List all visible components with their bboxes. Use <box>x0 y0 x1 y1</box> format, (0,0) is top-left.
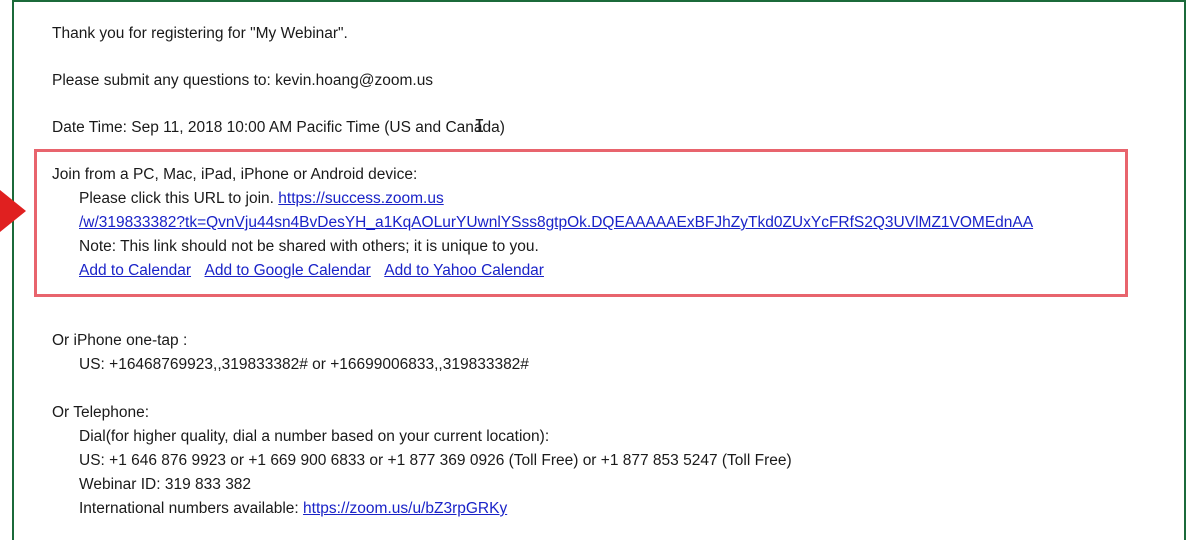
questions-line: Please submit any questions to: kevin.ho… <box>52 72 434 89</box>
text-cursor-icon: I <box>474 116 485 137</box>
intl-numbers-line: International numbers available: https:/… <box>52 497 507 521</box>
webinar-id: Webinar ID: 319 833 382 <box>79 476 252 493</box>
thanks-line: Thank you for registering for "My Webina… <box>52 25 348 42</box>
datetime-line: Date Time: Sep 11, 2018 10:00 AM Pacific… <box>52 119 505 136</box>
red-arrow-icon <box>0 190 26 232</box>
intl-numbers-link[interactable]: https://zoom.us/u/bZ3rpGRKy <box>303 500 507 517</box>
join-section-highlight <box>34 149 1128 297</box>
telephone-heading: Or Telephone: <box>52 404 150 421</box>
us-numbers: US: +1 646 876 9923 or +1 669 900 6833 o… <box>79 452 792 469</box>
intl-numbers-prefix: International numbers available: <box>79 500 299 517</box>
iphone-numbers: US: +16468769923,,319833382# or +1669900… <box>79 356 529 373</box>
dial-note: Dial(for higher quality, dial a number b… <box>79 428 550 445</box>
iphone-heading: Or iPhone one-tap : <box>52 332 188 349</box>
